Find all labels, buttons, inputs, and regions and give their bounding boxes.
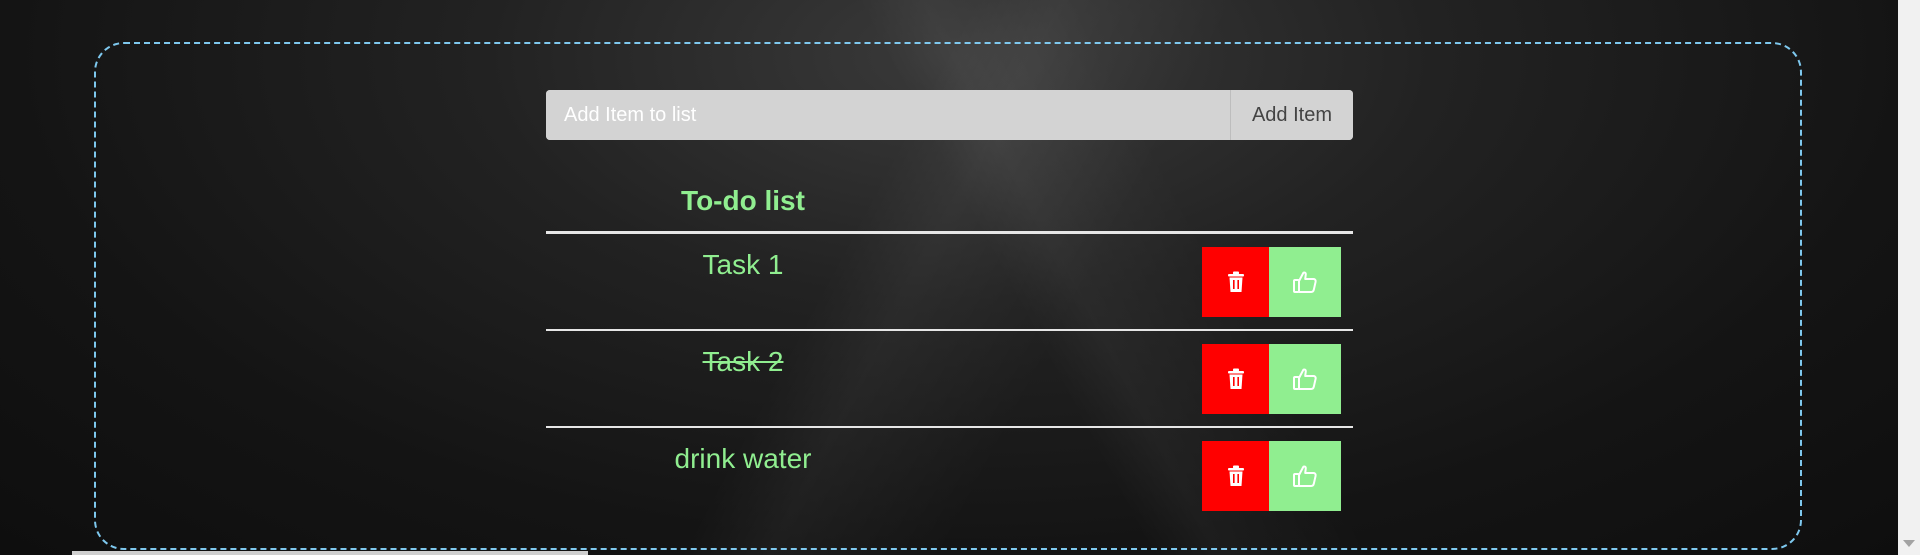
todo-item-text: drink water (674, 443, 812, 474)
complete-button[interactable] (1269, 344, 1341, 414)
page: Add Item To-do list Task 1 (0, 0, 1920, 555)
complete-button[interactable] (1269, 441, 1341, 511)
scroll-down-arrow-icon[interactable] (1903, 540, 1915, 547)
horizontal-scrollbar-thumb[interactable] (72, 551, 588, 555)
add-item-button[interactable]: Add Item (1230, 90, 1353, 140)
todo-item: Task 2 (546, 331, 1353, 428)
vertical-scrollbar[interactable] (1898, 0, 1920, 555)
todo-item-actions (1202, 247, 1341, 317)
add-item-form: Add Item (546, 90, 1353, 140)
todo-item-text: Task 1 (702, 249, 784, 280)
delete-button[interactable] (1202, 344, 1269, 414)
todo-item-actions (1202, 344, 1341, 414)
trash-icon (1227, 465, 1244, 486)
todo-item-actions (1202, 441, 1341, 511)
complete-button[interactable] (1269, 247, 1341, 317)
todo-list: Task 1 Task 2 drink water (546, 234, 1353, 523)
todo-item: Task 1 (546, 234, 1353, 331)
delete-button[interactable] (1202, 247, 1269, 317)
add-item-input[interactable] (546, 90, 1230, 140)
list-title: To-do list (681, 185, 805, 216)
delete-button[interactable] (1202, 441, 1269, 511)
thumbs-up-icon (1293, 368, 1317, 390)
thumbs-up-icon (1293, 271, 1317, 293)
thumbs-up-icon (1293, 465, 1317, 487)
todo-item: drink water (546, 428, 1353, 523)
trash-icon (1227, 368, 1244, 389)
todo-item-text: Task 2 (702, 346, 784, 377)
trash-icon (1227, 271, 1244, 292)
